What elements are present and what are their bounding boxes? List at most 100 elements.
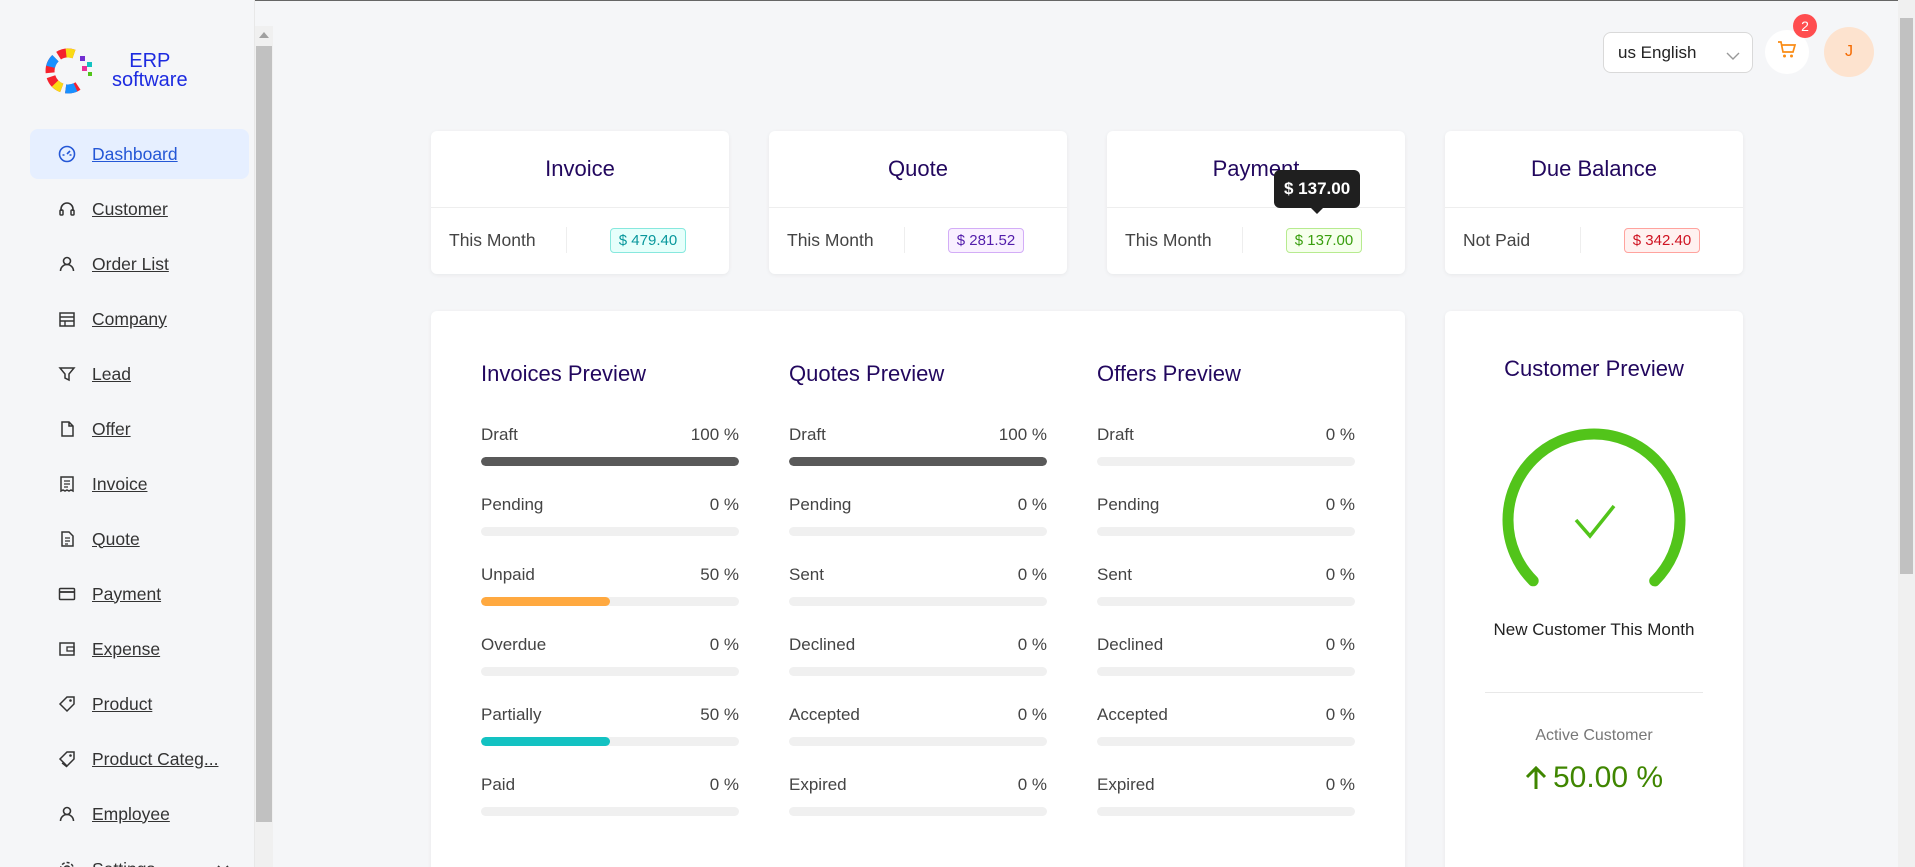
window-top-border: [0, 0, 1915, 1]
quotes-preview: Quotes Preview Draft 100 % Pending 0 % Sent 0…: [789, 361, 1047, 845]
amount-tag: $ 479.40: [609, 227, 687, 253]
dashboard-icon: [58, 145, 76, 163]
language-select[interactable]: us English: [1603, 32, 1753, 73]
logo-line-2: software: [112, 69, 188, 91]
amount-tooltip: $ 137.00: [1274, 170, 1361, 214]
progress-label: Draft: [789, 425, 826, 444]
progress-bar: [481, 457, 739, 466]
gear-icon: [58, 860, 76, 867]
window-scrollbar[interactable]: [1898, 0, 1915, 867]
logo-text: ERP software: [112, 51, 188, 91]
preview-title: Offers Preview: [1097, 361, 1241, 386]
progress-percent: 0 %: [709, 495, 739, 514]
progress-label: Declined: [1097, 635, 1164, 654]
sidebar-scrollbar[interactable]: [255, 26, 273, 867]
sidebar-item-label: Settings: [92, 859, 155, 867]
sidebar-item-lead[interactable]: Lead: [30, 349, 249, 399]
preview-title: Invoices Preview: [481, 361, 647, 386]
avatar[interactable]: J: [1824, 27, 1874, 77]
sidebar-item-company[interactable]: Company: [30, 294, 249, 344]
progress-row: Declined 0 %: [1097, 635, 1355, 705]
sidebar-nav: Dashboard Customer Order List Company Le…: [30, 129, 249, 867]
sidebar-item-label: Offer: [92, 418, 131, 439]
card-prefix: This Month: [431, 227, 567, 253]
divider: [1485, 692, 1703, 693]
progress-fill: [481, 737, 610, 746]
progress-row: Accepted 0 %: [1097, 705, 1355, 775]
sidebar-item-payment[interactable]: Payment: [30, 569, 249, 619]
sidebar-item-customer[interactable]: Customer: [30, 184, 249, 234]
customer-preview-card: Customer Preview New Customer This Month…: [1445, 311, 1743, 867]
progress-percent: 50 %: [700, 565, 739, 584]
progress-bar: [789, 597, 1047, 606]
sidebar-item-product[interactable]: Product: [30, 679, 249, 729]
cart-icon: [1777, 40, 1797, 65]
progress-bar: [1097, 527, 1355, 536]
progress-row: Paid 0 %: [481, 775, 739, 845]
active-customer-value-row: 50.00 %: [1445, 761, 1743, 795]
progress-percent: 0 %: [1017, 705, 1047, 724]
sidebar-item-offer[interactable]: Offer: [30, 404, 249, 454]
progress-label: Pending: [789, 495, 852, 514]
card-title: Quote: [769, 131, 1067, 208]
check-icon: [1574, 504, 1616, 539]
card-prefix: This Month: [769, 227, 905, 253]
sidebar-item-label: Order List: [92, 253, 169, 274]
sidebar-scroll-thumb[interactable]: [256, 46, 272, 822]
progress-label: Draft: [481, 425, 518, 444]
progress-bar: [1097, 667, 1355, 676]
progress-row: Declined 0 %: [789, 635, 1047, 705]
sidebar-item-label: Payment: [92, 583, 162, 604]
sidebar-item-product-category[interactable]: Product Categ...: [30, 734, 249, 784]
sidebar-item-order-list[interactable]: Order List: [30, 239, 249, 289]
progress-row: Partially 50 %: [481, 705, 739, 775]
progress-label: Paid: [481, 775, 516, 794]
customer-preview-title: Customer Preview: [1504, 356, 1684, 381]
sidebar-item-label: Dashboard: [92, 143, 178, 164]
tag-icon: [58, 695, 76, 713]
sidebar-item-label: Employee: [92, 803, 170, 824]
logo[interactable]: ERP software: [44, 48, 188, 94]
scroll-up-arrow[interactable]: [259, 32, 269, 38]
progress-label: Partially: [481, 705, 542, 724]
card-prefix: Not Paid: [1445, 227, 1581, 253]
amount-tag[interactable]: $ 137.00: [1285, 227, 1363, 253]
progress-percent: 100 %: [690, 425, 739, 444]
progress-row: Expired 0 %: [1097, 775, 1355, 845]
progress-row: Draft 0 %: [1097, 425, 1355, 495]
sidebar-item-label: Expense: [92, 638, 161, 659]
progress-row: Sent 0 %: [789, 565, 1047, 635]
progress-label: Pending: [481, 495, 544, 514]
progress-bar: [789, 457, 1047, 466]
progress-label: Accepted: [789, 705, 860, 724]
progress-percent: 0 %: [1325, 705, 1355, 724]
quote-summary-card: Quote This Month $ 281.52: [769, 131, 1067, 274]
card-title: Due Balance: [1445, 131, 1743, 208]
progress-label: Expired: [1097, 775, 1155, 794]
sidebar-item-quote[interactable]: Quote: [30, 514, 249, 564]
window-scroll-thumb[interactable]: [1900, 18, 1913, 574]
progress-bar: [789, 807, 1047, 816]
progress-bar: [481, 807, 739, 816]
sidebar-item-employee[interactable]: Employee: [30, 789, 249, 839]
sidebar-item-label: Quote: [92, 528, 140, 549]
sidebar-item-settings[interactable]: Settings: [30, 844, 249, 867]
receipt-icon: [58, 475, 76, 493]
sidebar-item-label: Customer: [92, 198, 168, 219]
file-icon: [58, 420, 76, 438]
sidebar-item-expense[interactable]: Expense: [30, 624, 249, 674]
chevron-down-icon: [1726, 46, 1740, 66]
progress-fill: [789, 457, 1047, 466]
sidebar-item-invoice[interactable]: Invoice: [30, 459, 249, 509]
user-icon: [58, 255, 76, 273]
logo-icon: [44, 48, 96, 94]
progress-fill: [481, 457, 739, 466]
sidebar-item-dashboard[interactable]: Dashboard: [30, 129, 249, 179]
amount-tag: $ 281.52: [947, 227, 1025, 253]
tags-icon: [58, 750, 76, 768]
progress-bar: [481, 527, 739, 536]
user-icon: [58, 805, 76, 823]
progress-bar: [789, 667, 1047, 676]
sidebar-item-label: Invoice: [92, 473, 148, 494]
progress-row: Pending 0 %: [789, 495, 1047, 565]
